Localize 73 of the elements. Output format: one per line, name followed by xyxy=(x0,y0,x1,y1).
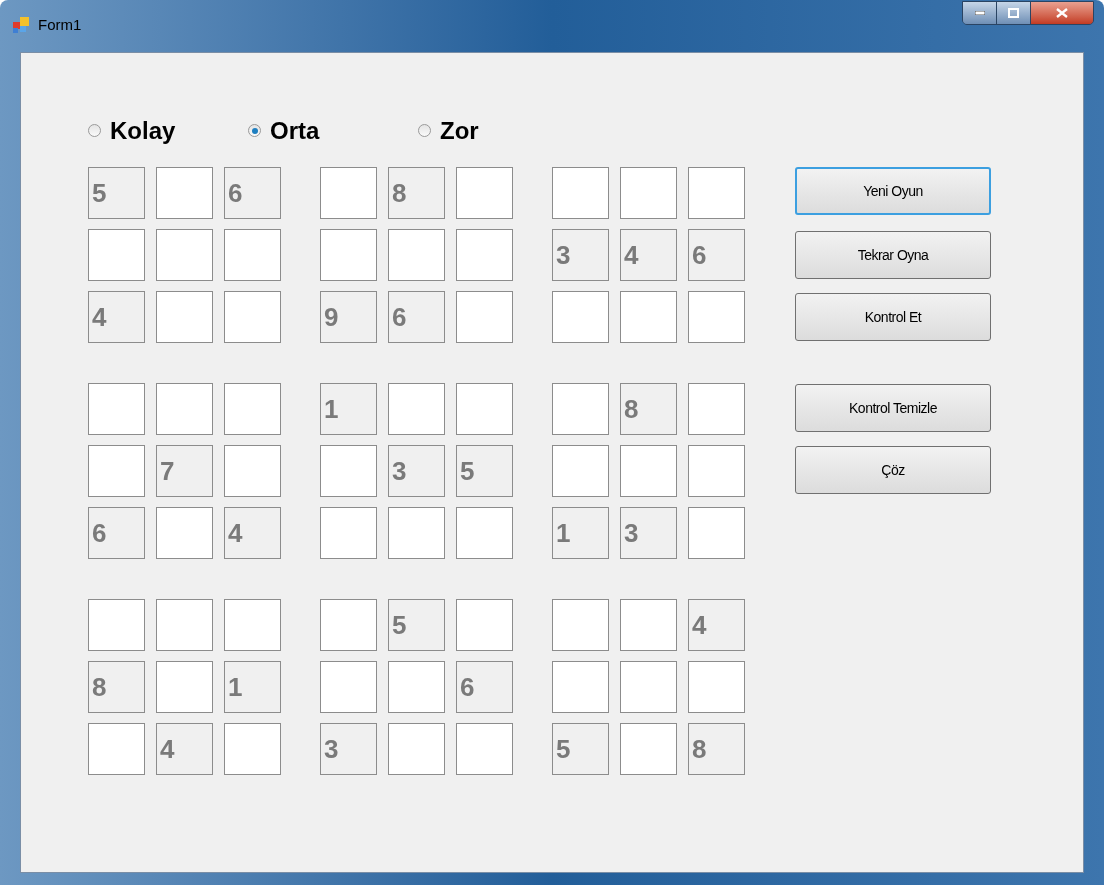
radio-label[interactable]: Zor xyxy=(440,112,479,149)
number-field[interactable] xyxy=(388,229,445,281)
number-field[interactable] xyxy=(456,599,513,651)
number-field[interactable] xyxy=(388,507,445,559)
number-field[interactable] xyxy=(456,229,513,281)
number-field[interactable] xyxy=(388,661,445,713)
action-button[interactable]: Kontrol Et xyxy=(795,293,991,341)
number-field[interactable] xyxy=(224,383,281,435)
number-field[interactable] xyxy=(156,291,213,343)
close-icon xyxy=(1056,8,1068,18)
action-button[interactable]: Tekrar Oyna xyxy=(795,231,991,279)
radio-button[interactable] xyxy=(418,124,431,137)
number-field[interactable] xyxy=(388,723,445,775)
minimize-icon xyxy=(974,11,985,15)
number-field[interactable] xyxy=(620,291,677,343)
number-field[interactable] xyxy=(224,599,281,651)
number-field[interactable] xyxy=(552,445,609,497)
number-field[interactable] xyxy=(688,661,745,713)
action-button[interactable]: Çöz xyxy=(795,446,991,494)
number-field[interactable] xyxy=(552,383,609,435)
number-field[interactable] xyxy=(688,507,745,559)
number-field[interactable] xyxy=(320,599,377,651)
number-field[interactable] xyxy=(320,445,377,497)
number-field[interactable] xyxy=(688,291,745,343)
number-field[interactable] xyxy=(552,661,609,713)
close-button[interactable] xyxy=(1031,2,1093,24)
number-field[interactable] xyxy=(320,167,377,219)
number-field[interactable] xyxy=(552,167,609,219)
number-field[interactable] xyxy=(88,229,145,281)
number-field[interactable] xyxy=(88,383,145,435)
number-field[interactable] xyxy=(320,507,377,559)
number-field[interactable] xyxy=(156,229,213,281)
number-field[interactable] xyxy=(620,661,677,713)
number-field[interactable] xyxy=(224,229,281,281)
number-field[interactable] xyxy=(224,723,281,775)
number-field[interactable] xyxy=(552,599,609,651)
maximize-icon xyxy=(1008,8,1019,18)
number-field[interactable] xyxy=(552,291,609,343)
radio-button[interactable] xyxy=(88,124,101,137)
number-field[interactable] xyxy=(456,167,513,219)
number-field[interactable] xyxy=(156,383,213,435)
maximize-button[interactable] xyxy=(997,2,1031,24)
radio-label[interactable]: Kolay xyxy=(110,112,176,149)
number-field[interactable] xyxy=(620,445,677,497)
number-field[interactable] xyxy=(620,599,677,651)
number-field[interactable] xyxy=(456,291,513,343)
radio-label[interactable]: Orta xyxy=(270,112,320,149)
number-field[interactable] xyxy=(88,599,145,651)
radio-button[interactable] xyxy=(248,124,261,137)
number-field[interactable] xyxy=(456,383,513,435)
number-field[interactable] xyxy=(688,383,745,435)
number-field[interactable] xyxy=(156,507,213,559)
number-field[interactable] xyxy=(456,723,513,775)
number-field[interactable] xyxy=(88,723,145,775)
number-field[interactable] xyxy=(224,445,281,497)
window-title: Form1 xyxy=(38,15,82,35)
number-field[interactable] xyxy=(456,507,513,559)
number-field[interactable] xyxy=(620,723,677,775)
number-field[interactable] xyxy=(224,291,281,343)
app-icon xyxy=(12,16,30,35)
number-field[interactable] xyxy=(156,661,213,713)
number-field[interactable] xyxy=(388,383,445,435)
number-field[interactable] xyxy=(320,229,377,281)
number-field[interactable] xyxy=(156,167,213,219)
number-field[interactable] xyxy=(688,167,745,219)
number-field[interactable] xyxy=(88,445,145,497)
action-button[interactable]: Kontrol Temizle xyxy=(795,384,991,432)
number-field[interactable] xyxy=(688,445,745,497)
number-field[interactable] xyxy=(620,167,677,219)
action-button[interactable]: Yeni Oyun xyxy=(795,167,991,215)
minimize-button[interactable] xyxy=(963,2,997,24)
number-field[interactable] xyxy=(320,661,377,713)
number-field[interactable] xyxy=(156,599,213,651)
